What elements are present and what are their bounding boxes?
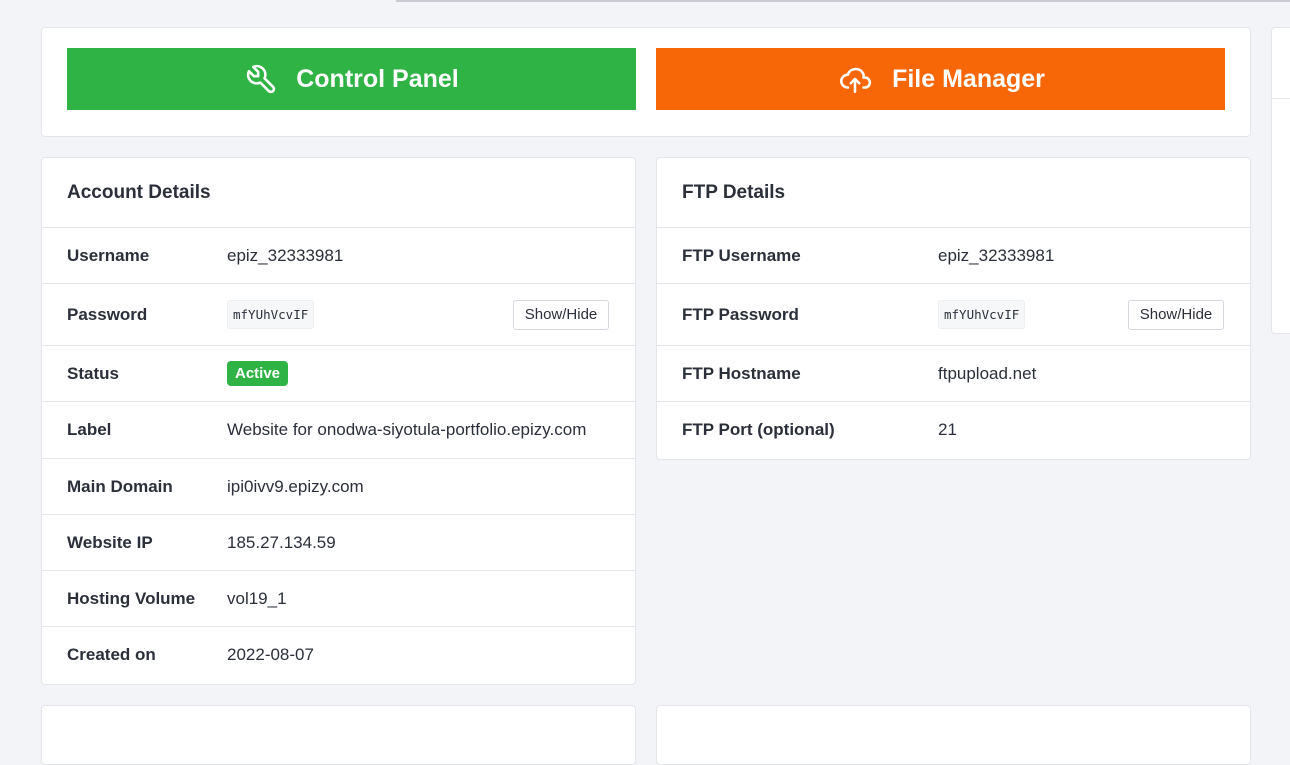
ftp-hostname-label: FTP Hostname	[682, 363, 801, 383]
account-row-password: Password mfYUhVcvIF Show/Hide	[42, 284, 635, 346]
label-value: Website for onodwa-siyotula-portfolio.ep…	[227, 420, 587, 439]
cloud-upload-icon	[836, 62, 874, 96]
created-on-label: Created on	[67, 645, 156, 664]
status-label: Status	[67, 363, 119, 383]
account-row-created-on: Created on 2022-08-07	[42, 627, 635, 683]
account-row-hosting-volume: Hosting Volume vol19_1	[42, 571, 635, 627]
ftp-password-show-hide-button[interactable]: Show/Hide	[1128, 299, 1224, 330]
file-manager-label: File Manager	[892, 64, 1045, 93]
account-row-main-domain: Main Domain ipi0ivv9.epizy.com	[42, 459, 635, 515]
password-show-hide-button[interactable]: Show/Hide	[513, 299, 609, 330]
ftp-details-card: FTP Details FTP Username epiz_32333981 F…	[656, 157, 1251, 460]
account-details-card: Account Details Username epiz_32333981 P…	[41, 157, 636, 685]
password-value: mfYUhVcvIF	[227, 300, 315, 329]
ftp-password-label: FTP Password	[682, 304, 799, 324]
side-card-divider	[1272, 98, 1290, 99]
wrench-icon	[244, 62, 278, 96]
hosting-volume-value: vol19_1	[227, 588, 287, 608]
ftp-details-title: FTP Details	[657, 158, 1250, 228]
control-panel-label: Control Panel	[296, 64, 459, 93]
ftp-port-label: FTP Port (optional)	[682, 420, 835, 439]
username-label: Username	[67, 245, 150, 265]
main-domain-label: Main Domain	[67, 476, 173, 496]
website-ip-label: Website IP	[67, 532, 153, 552]
label-label: Label	[67, 420, 112, 439]
file-manager-button[interactable]: File Manager	[656, 48, 1225, 110]
account-row-label: Label Website for onodwa-siyotula-portfo…	[42, 402, 635, 459]
ftp-username-label: FTP Username	[682, 245, 801, 265]
bottom-card-left-partial	[41, 705, 636, 765]
top-divider	[396, 0, 1290, 2]
ftp-hostname-value: ftpupload.net	[938, 363, 1037, 383]
hosting-volume-label: Hosting Volume	[67, 588, 196, 608]
side-card-partial	[1271, 27, 1290, 334]
status-badge: Active	[227, 361, 289, 386]
ftp-username-value: epiz_32333981	[938, 245, 1055, 265]
account-row-status: Status Active	[42, 346, 635, 402]
main-domain-value: ipi0ivv9.epizy.com	[227, 476, 364, 496]
control-panel-button[interactable]: Control Panel	[67, 48, 636, 110]
ftp-row-username: FTP Username epiz_32333981	[657, 228, 1250, 284]
created-on-value: 2022-08-07	[227, 645, 314, 664]
password-label: Password	[67, 304, 148, 324]
account-row-username: Username epiz_32333981	[42, 228, 635, 284]
ftp-row-hostname: FTP Hostname ftpupload.net	[657, 346, 1250, 402]
account-details-title: Account Details	[42, 158, 635, 228]
account-row-website-ip: Website IP 185.27.134.59	[42, 515, 635, 571]
ftp-row-password: FTP Password mfYUhVcvIF Show/Hide	[657, 284, 1250, 346]
actions-card: Control Panel File Manager	[41, 27, 1251, 137]
username-value: epiz_32333981	[227, 245, 344, 265]
ftp-password-value: mfYUhVcvIF	[938, 300, 1026, 329]
website-ip-value: 185.27.134.59	[227, 532, 336, 552]
bottom-card-right-partial	[656, 705, 1251, 765]
ftp-port-value: 21	[938, 420, 957, 439]
ftp-row-port: FTP Port (optional) 21	[657, 402, 1250, 458]
